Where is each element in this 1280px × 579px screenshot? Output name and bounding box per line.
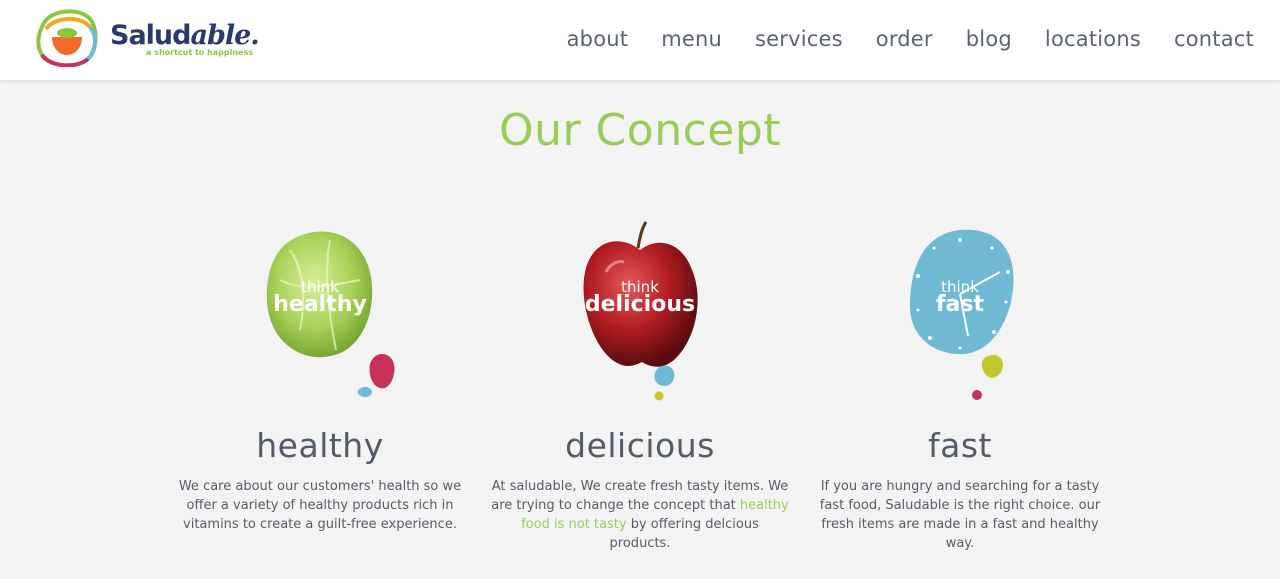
concept-healthy: think healthy healthy We care about our … <box>165 210 475 534</box>
concept-delicious: think delicious delicious At saludable, … <box>485 210 795 553</box>
concept-text: If you are hungry and searching for a ta… <box>819 479 1101 551</box>
nav-item-menu[interactable]: menu <box>661 25 722 53</box>
nav-item-services[interactable]: services <box>755 25 843 53</box>
concept-text: At saludable, We create fresh tasty item… <box>491 479 789 551</box>
concept-title: delicious <box>565 426 715 465</box>
nav-item-contact[interactable]: contact <box>1174 25 1254 53</box>
fast-illustration: think fast <box>860 210 1060 410</box>
think-label-big: fast <box>935 292 985 317</box>
nav-item-blog[interactable]: blog <box>966 25 1012 53</box>
think-label-big: healthy <box>273 292 367 317</box>
nav-item-order[interactable]: order <box>876 25 933 53</box>
brand-tagline: a shortcut to happiness <box>146 48 253 57</box>
brand-logo[interactable]: Saludable. a shortcut to happiness <box>36 9 260 69</box>
nav-item-locations[interactable]: locations <box>1045 25 1141 53</box>
concept-fast: think fast fast If you are hungry and se… <box>805 210 1115 553</box>
logo-mark-icon <box>36 9 98 67</box>
page-title: Our Concept <box>498 105 782 156</box>
concept-title: healthy <box>256 426 384 465</box>
concept-text: We care about our customers' health so w… <box>178 479 462 532</box>
brand-wordmark: Saludable. <box>110 20 260 51</box>
think-label-big: delicious <box>584 292 696 317</box>
concept-title: fast <box>928 426 992 465</box>
site-header: Saludable. a shortcut to happiness about… <box>0 0 1280 80</box>
nav-item-about[interactable]: about <box>567 25 629 53</box>
main-nav: about menu services order blog locations… <box>534 25 1254 53</box>
delicious-illustration: think delicious <box>540 210 740 410</box>
healthy-illustration: think healthy <box>220 210 420 410</box>
